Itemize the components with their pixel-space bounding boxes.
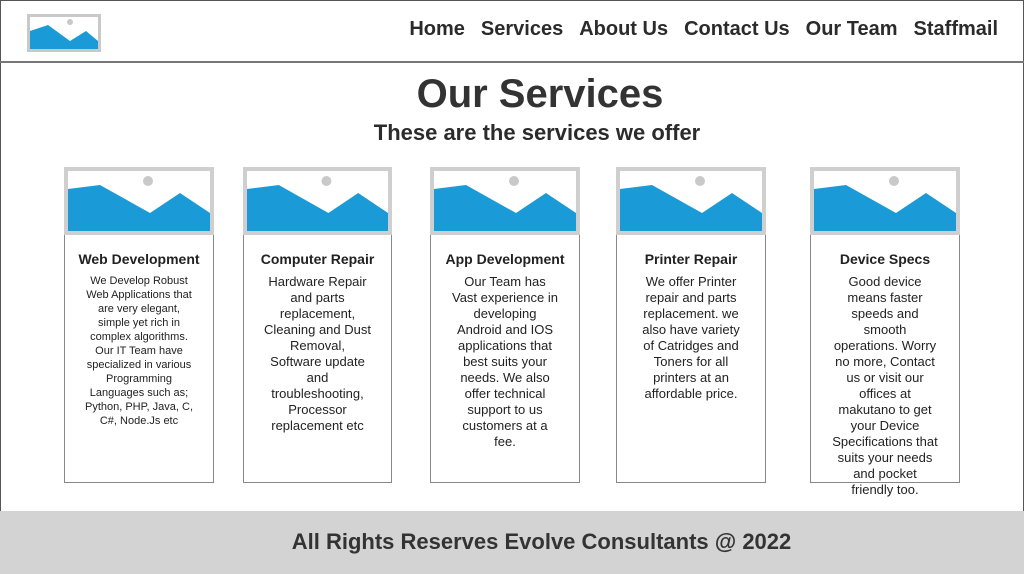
card-description: Our Team has Vast experience in developi…: [452, 274, 558, 449]
main-nav: Home Services About Us Contact Us Our Te…: [393, 18, 998, 41]
service-card-computer-repair[interactable]: Computer Repair Hardware Repair and part…: [243, 167, 392, 483]
nav-home[interactable]: Home: [409, 18, 465, 41]
image-placeholder-icon: [243, 167, 392, 235]
service-card-printer-repair[interactable]: Printer Repair We offer Printer repair a…: [616, 167, 766, 483]
card-title: Printer Repair: [644, 251, 738, 267]
card-description: We Develop Robust Web Applications that …: [84, 275, 194, 427]
image-placeholder-icon: [430, 167, 580, 235]
card-description: Hardware Repair and parts replacement, C…: [264, 274, 371, 433]
image-placeholder-icon: [64, 167, 214, 235]
nav-staffmail[interactable]: Staffmail: [914, 18, 998, 41]
image-placeholder-icon: [810, 167, 960, 235]
page-title: Our Services: [416, 72, 664, 116]
image-placeholder-icon: [616, 167, 766, 235]
card-description: Good device means faster speeds and smoo…: [832, 274, 938, 497]
nav-services[interactable]: Services: [481, 18, 563, 41]
site-header: Home Services About Us Contact Us Our Te…: [0, 0, 1024, 63]
service-card-app-development[interactable]: App Development Our Team has Vast experi…: [430, 167, 580, 483]
logo-image-placeholder-icon[interactable]: [27, 14, 101, 52]
nav-our-team[interactable]: Our Team: [806, 18, 898, 41]
card-title: Web Development: [78, 251, 200, 267]
page-subtitle: These are the services we offer: [373, 120, 701, 145]
service-card-web-development[interactable]: Web Development We Develop Robust Web Ap…: [64, 167, 214, 483]
nav-about-us[interactable]: About Us: [579, 18, 668, 41]
service-card-device-specs[interactable]: Device Specs Good device means faster sp…: [810, 167, 960, 497]
card-title: App Development: [445, 251, 565, 267]
card-title: Computer Repair: [260, 251, 375, 267]
nav-contact-us[interactable]: Contact Us: [684, 18, 790, 41]
footer-copyright: All Rights Reserves Evolve Consultants @…: [291, 529, 792, 554]
card-description: We offer Printer repair and parts replac…: [642, 274, 740, 401]
card-title: Device Specs: [839, 251, 931, 267]
site-footer: All Rights Reserves Evolve Consultants @…: [0, 511, 1024, 574]
